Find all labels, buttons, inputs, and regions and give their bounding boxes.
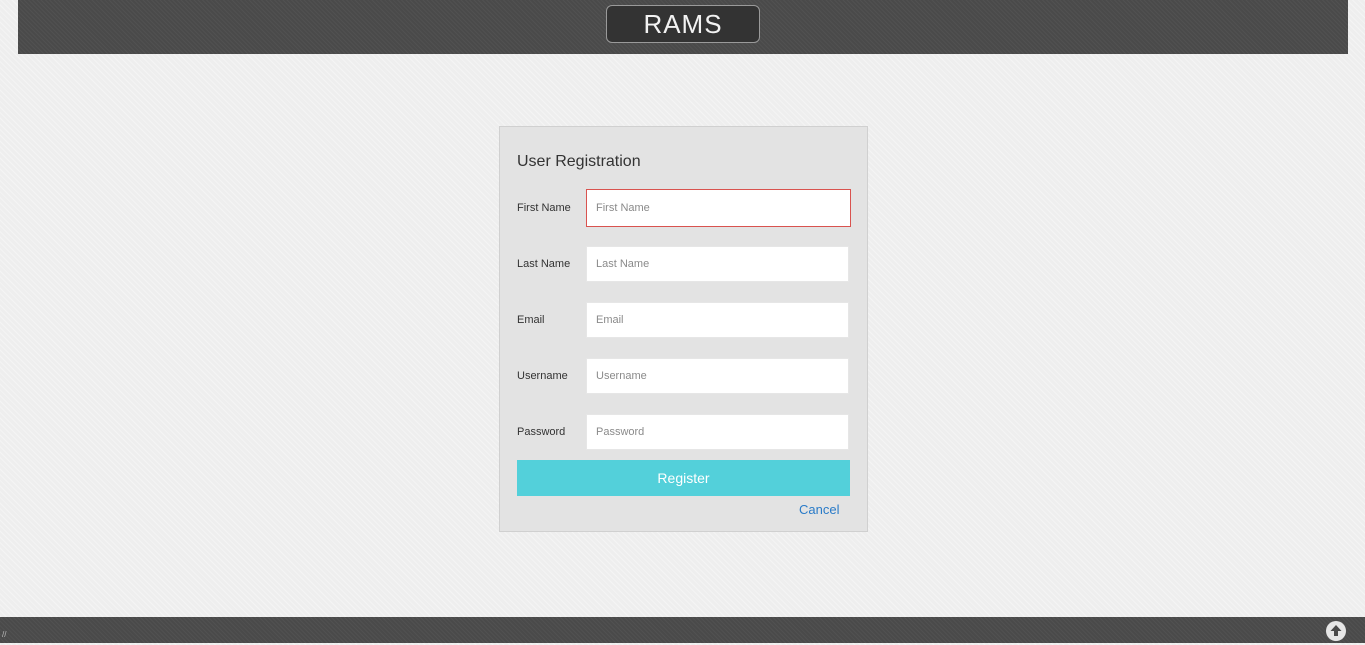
email-label: Email	[517, 314, 545, 326]
password-label: Password	[517, 426, 566, 438]
brand-logo[interactable]: RAMS	[606, 5, 760, 43]
password-input[interactable]	[586, 414, 849, 450]
top-bar: RAMS	[18, 0, 1348, 54]
footer-bar: //	[0, 617, 1365, 643]
first-name-input[interactable]	[586, 189, 851, 227]
email-row: Email	[517, 302, 851, 340]
arrow-up-circle-icon[interactable]	[1326, 621, 1346, 641]
panel-title: User Registration	[517, 153, 641, 170]
last-name-row: Last Name	[517, 246, 851, 284]
cancel-link[interactable]: Cancel	[799, 502, 839, 517]
username-input[interactable]	[586, 358, 849, 394]
username-row: Username	[517, 358, 851, 396]
last-name-input[interactable]	[586, 246, 849, 282]
first-name-row: First Name	[517, 189, 851, 228]
email-input[interactable]	[586, 302, 849, 338]
last-name-label: Last Name	[517, 258, 571, 270]
first-name-label: First Name	[517, 202, 571, 214]
footer-mark: //	[2, 630, 7, 639]
registration-panel: User Registration First Name Last Name E…	[499, 126, 868, 532]
register-button[interactable]: Register	[517, 460, 850, 496]
username-label: Username	[517, 370, 568, 382]
password-row: Password	[517, 414, 851, 452]
